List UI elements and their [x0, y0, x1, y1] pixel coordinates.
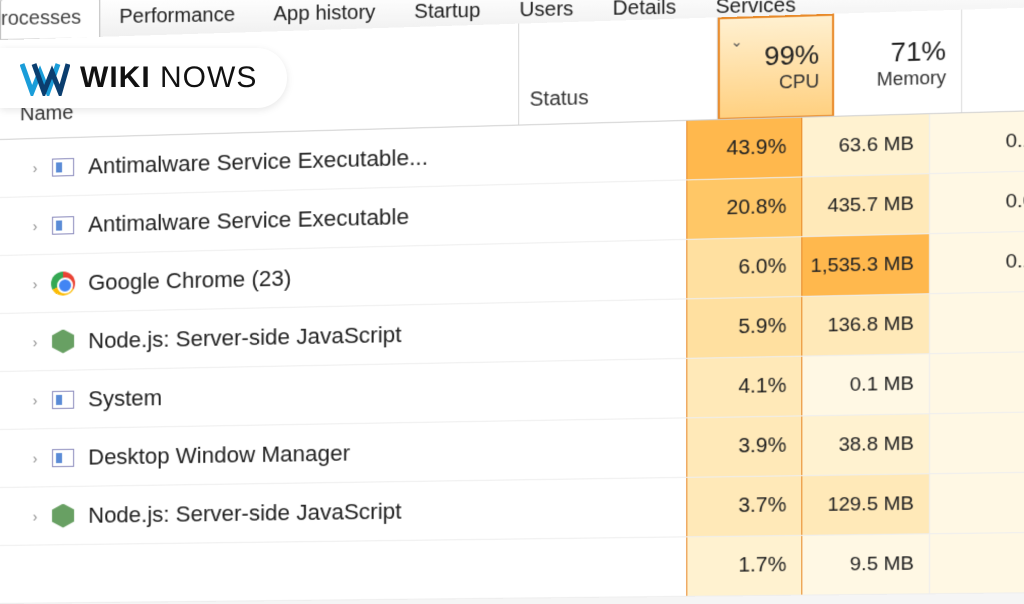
process-status-cell	[488, 448, 686, 451]
header-status[interactable]: Status	[519, 17, 718, 124]
mem-total-pct: 71%	[890, 34, 946, 68]
process-disk-cell: 0.1 M	[930, 110, 1024, 173]
header-disk[interactable]: 2 D	[962, 6, 1024, 112]
process-cpu-cell: 43.9%	[686, 118, 802, 180]
process-status-cell	[488, 388, 686, 392]
process-cpu-cell: 3.9%	[686, 416, 802, 476]
process-list: ›Antimalware Service Executable...43.9%6…	[0, 110, 1024, 604]
process-status-cell	[488, 269, 686, 273]
process-mem-cell: 0.1 MB	[802, 354, 930, 415]
watermark-badge: WIKI NOWS	[0, 48, 287, 108]
process-status-cell	[488, 150, 686, 155]
process-icon	[50, 561, 76, 587]
process-name: Desktop Window Manager	[88, 440, 350, 470]
process-cpu-cell: 20.8%	[686, 177, 802, 238]
expand-chevron-icon[interactable]: ›	[20, 450, 50, 466]
process-cpu-cell: 5.9%	[686, 297, 802, 358]
sort-chevron-icon: ⌄	[730, 33, 742, 51]
process-name-cell: › Antimalware Service Executable	[0, 201, 488, 239]
process-cpu-cell: 1.7%	[686, 536, 802, 596]
process-name-cell	[0, 556, 488, 588]
process-icon	[50, 270, 76, 297]
cpu-label: CPU	[779, 71, 819, 94]
process-disk-cell: 0.1 M	[930, 231, 1024, 293]
table-row[interactable]: 1.7%9.5 MB	[0, 533, 1024, 604]
process-name-cell: › System	[0, 378, 488, 413]
process-icon	[50, 444, 76, 470]
expand-chevron-icon[interactable]: ›	[20, 217, 50, 234]
process-name: Node.js: Server-side JavaScript	[88, 321, 401, 354]
process-disk-cell: 0.6 M	[930, 171, 1024, 233]
process-status-cell	[488, 210, 686, 215]
header-cpu[interactable]: ⌄ 99% CPU	[718, 14, 834, 119]
header-memory[interactable]: 71% Memory	[834, 10, 962, 116]
process-name: Antimalware Service Executable	[88, 203, 409, 237]
process-disk-cell: 4.4	[930, 352, 1024, 414]
process-mem-cell: 1,535.3 MB	[802, 234, 930, 296]
process-cpu-cell: 4.1%	[686, 357, 802, 418]
process-icon	[50, 212, 76, 239]
process-status-cell	[488, 329, 686, 333]
process-name-cell: › Desktop Window Manager	[0, 438, 488, 472]
process-icon	[50, 328, 76, 355]
process-status-cell	[488, 567, 686, 569]
process-cpu-cell: 6.0%	[686, 237, 802, 298]
mem-label: Memory	[877, 67, 946, 91]
wikinows-logo-icon	[20, 60, 70, 96]
expand-chevron-icon[interactable]: ›	[20, 275, 50, 292]
process-name-cell: › Antimalware Service Executable...	[0, 142, 488, 181]
cpu-total-pct: 99%	[764, 39, 819, 73]
process-name: Node.js: Server-side JavaScript	[88, 498, 401, 529]
expand-chevron-icon[interactable]: ›	[20, 333, 50, 350]
process-disk-cell: 2.0	[930, 291, 1024, 353]
process-status-cell	[488, 507, 686, 510]
watermark-text: WIKI NOWS	[80, 61, 257, 95]
process-name-cell: › Node.js: Server-side JavaScript	[0, 497, 488, 530]
process-name-cell: › Node.js: Server-side JavaScript	[0, 319, 488, 355]
tab-processes[interactable]: rocesses	[0, 0, 100, 39]
process-mem-cell: 435.7 MB	[802, 174, 930, 236]
process-mem-cell: 136.8 MB	[802, 294, 930, 355]
expand-chevron-icon[interactable]: ›	[20, 392, 50, 409]
process-disk-cell	[930, 533, 1024, 594]
process-disk-cell: 0	[930, 412, 1024, 473]
process-name-cell: › Google Chrome (23)	[0, 260, 488, 297]
process-icon	[50, 502, 76, 528]
process-icon	[50, 386, 76, 413]
process-icon	[50, 153, 76, 180]
process-name: System	[88, 384, 162, 411]
process-mem-cell: 38.8 MB	[802, 414, 930, 475]
process-mem-cell: 63.6 MB	[802, 114, 930, 176]
expand-chevron-icon[interactable]: ›	[20, 508, 50, 524]
expand-chevron-icon[interactable]: ›	[20, 159, 50, 176]
process-cpu-cell: 3.7%	[686, 476, 802, 536]
process-disk-cell: 0	[930, 472, 1024, 533]
process-mem-cell: 129.5 MB	[802, 474, 930, 535]
process-mem-cell: 9.5 MB	[802, 534, 930, 594]
process-name: Google Chrome (23)	[88, 265, 291, 296]
process-name: Antimalware Service Executable...	[88, 144, 428, 179]
